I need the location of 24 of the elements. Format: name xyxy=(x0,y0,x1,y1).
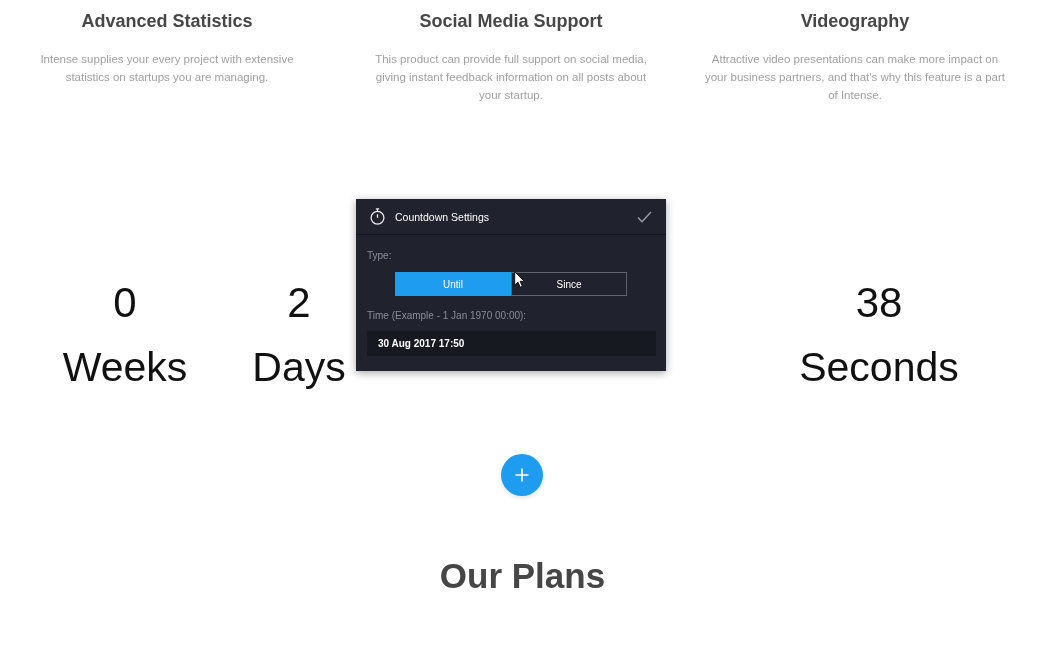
popup-title: Countdown Settings xyxy=(395,210,489,223)
countdown-label: Weeks xyxy=(62,343,188,392)
countdown-number: 38 xyxy=(855,278,903,328)
countdown-label: Days xyxy=(252,343,346,392)
feature-title: Social Media Support xyxy=(419,10,603,33)
feature-title: Videography xyxy=(800,10,910,33)
field-label: Type: xyxy=(367,249,392,263)
feature-description: Intense supplies your every project with extensive statistics on startups you are managing. xyxy=(40,52,294,85)
countdown-number: 0 xyxy=(113,278,137,328)
mouse-pointer-icon xyxy=(514,271,525,288)
countdown-number: 2 xyxy=(287,278,311,328)
field-label: Time (Example - 1 Jan 1970 00:00): xyxy=(367,309,527,323)
add-button[interactable] xyxy=(500,454,543,496)
check-button[interactable] xyxy=(637,210,652,223)
feature-description: This product can provide full support on social media, giving instant feedback information on all posts about your startup. xyxy=(375,52,647,103)
feature-description: Attractive video presentations can make more impact on your business partners, and that's why this feature is a part of Intense. xyxy=(704,52,1006,103)
check-icon xyxy=(637,210,652,223)
section-heading: Our Plans xyxy=(439,556,606,596)
plus-icon xyxy=(514,468,529,482)
time-input-field[interactable]: 30 Aug 2017 17:50 xyxy=(367,331,656,356)
feature-title: Advanced Statistics xyxy=(81,10,253,33)
type-toggle-option[interactable]: Since xyxy=(511,272,627,296)
countdown-label: Seconds xyxy=(799,343,959,392)
stopwatch-icon xyxy=(369,208,386,225)
